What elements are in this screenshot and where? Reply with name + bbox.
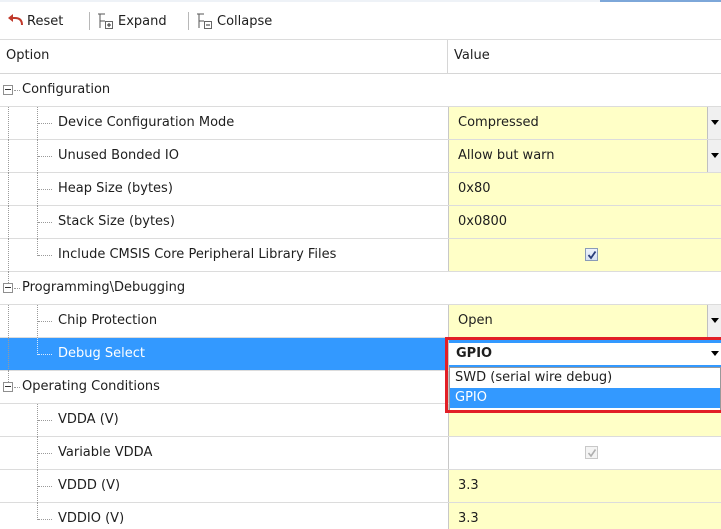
reset-button[interactable]: Reset: [8, 10, 63, 32]
toolbar-separator: [89, 12, 90, 30]
column-divider[interactable]: [447, 40, 448, 74]
include-cmsis-cell: [448, 239, 721, 271]
row-vddio[interactable]: VDDIO (V) 3.3: [0, 503, 721, 529]
chevron-down-icon[interactable]: [707, 140, 721, 172]
option-label: Variable VDDA: [58, 445, 153, 460]
row-unused-bonded-io[interactable]: Unused Bonded IO Allow but warn: [0, 140, 721, 173]
vddd-field[interactable]: 3.3: [448, 470, 721, 502]
collapse-toggle-icon[interactable]: [3, 85, 13, 95]
row-variable-vdda[interactable]: Variable VDDA: [0, 437, 721, 470]
collapse-icon: [196, 12, 214, 30]
expand-label: Expand: [118, 13, 167, 29]
group-label: Configuration: [22, 82, 111, 97]
debug-select-dropdown-list: SWD (serial wire debug) GPIO: [449, 367, 721, 411]
dropdown-option-swd[interactable]: SWD (serial wire debug): [450, 368, 720, 388]
option-value: 3.3: [458, 511, 479, 526]
option-value: Compressed: [458, 115, 539, 130]
heap-size-field[interactable]: 0x80: [448, 173, 721, 205]
chevron-down-icon[interactable]: [707, 107, 721, 139]
collapse-label: Collapse: [217, 13, 273, 29]
device-configuration-mode-select[interactable]: Compressed: [448, 107, 721, 139]
debug-select-combobox[interactable]: GPIO: [449, 343, 721, 365]
option-label: Chip Protection: [58, 313, 158, 328]
option-value: 0x0800: [458, 214, 508, 229]
option-label: Debug Select: [58, 346, 145, 361]
chevron-down-icon[interactable]: [707, 305, 721, 337]
toolbar-separator: [188, 12, 189, 30]
row-chip-protection[interactable]: Chip Protection Open: [0, 305, 721, 338]
group-configuration[interactable]: Configuration: [0, 74, 721, 107]
option-label: VDDA (V): [58, 412, 119, 427]
dropdown-option-gpio[interactable]: GPIO: [450, 388, 720, 408]
row-device-configuration-mode[interactable]: Device Configuration Mode Compressed: [0, 107, 721, 140]
vddio-field[interactable]: 3.3: [448, 503, 721, 529]
value-column-header[interactable]: Value: [454, 48, 490, 63]
group-label: Programming\Debugging: [22, 280, 186, 295]
option-value: Open: [458, 313, 493, 328]
variable-vdda-cell: [448, 437, 721, 469]
expand-icon: [97, 12, 115, 30]
collapse-toggle-icon[interactable]: [3, 382, 13, 392]
row-vddd[interactable]: VDDD (V) 3.3: [0, 470, 721, 503]
row-heap-size[interactable]: Heap Size (bytes) 0x80: [0, 173, 721, 206]
option-label: Device Configuration Mode: [58, 115, 235, 130]
reset-icon: [8, 14, 24, 28]
row-include-cmsis[interactable]: Include CMSIS Core Peripheral Library Fi…: [0, 239, 721, 272]
grid-header: Option Value: [0, 40, 721, 74]
group-programming-debugging[interactable]: Programming\Debugging: [0, 272, 721, 305]
option-label: VDDIO (V): [58, 511, 125, 526]
row-stack-size[interactable]: Stack Size (bytes) 0x0800: [0, 206, 721, 239]
collapse-button[interactable]: Collapse: [196, 10, 272, 32]
include-cmsis-checkbox[interactable]: [585, 248, 598, 261]
reset-label: Reset: [27, 13, 64, 29]
option-label: VDDD (V): [58, 478, 121, 493]
stack-size-field[interactable]: 0x0800: [448, 206, 721, 238]
chip-protection-select[interactable]: Open: [448, 305, 721, 337]
collapse-toggle-icon[interactable]: [3, 283, 13, 293]
unused-bonded-io-select[interactable]: Allow but warn: [448, 140, 721, 172]
variable-vdda-checkbox: [585, 446, 598, 459]
option-column-header[interactable]: Option: [6, 48, 49, 63]
option-label: Unused Bonded IO: [58, 148, 179, 163]
option-label: Stack Size (bytes): [58, 214, 175, 229]
group-label: Operating Conditions: [22, 379, 160, 394]
option-label: Heap Size (bytes): [58, 181, 173, 196]
chevron-down-icon[interactable]: [711, 351, 719, 356]
option-value: Allow but warn: [458, 148, 555, 163]
option-value: 0x80: [458, 181, 491, 196]
toolbar-accent: [0, 0, 721, 2]
expand-button[interactable]: Expand: [97, 10, 167, 32]
option-value: 3.3: [458, 478, 479, 493]
combobox-value: GPIO: [456, 346, 493, 361]
toolbar: Reset Expand Collapse: [0, 0, 721, 40]
option-label: Include CMSIS Core Peripheral Library Fi…: [58, 247, 337, 262]
